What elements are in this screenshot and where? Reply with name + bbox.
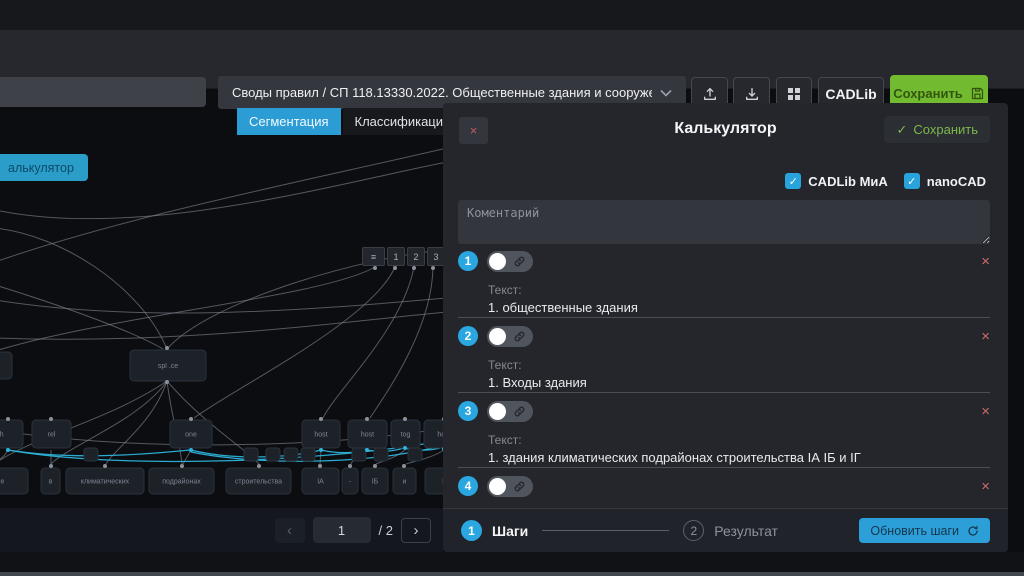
toggle-knob bbox=[489, 403, 506, 420]
checkbox-cadlib-mia[interactable]: ✓ CADLib МиА bbox=[785, 173, 887, 189]
page-number-input[interactable] bbox=[313, 517, 371, 543]
graph-mini-toolbar: ≡ 1 2 3 bbox=[362, 247, 445, 266]
svg-text:spl .ce: spl .ce bbox=[158, 363, 178, 370]
divider bbox=[458, 317, 990, 318]
svg-text:host: host bbox=[314, 432, 327, 439]
chevron-down-icon bbox=[660, 89, 672, 97]
window-titlebar bbox=[0, 0, 1024, 30]
remove-step-button[interactable]: × bbox=[981, 329, 990, 344]
panel-save-button[interactable]: ✓ Сохранить bbox=[884, 116, 990, 143]
stepper-connector bbox=[542, 530, 669, 531]
step-text-value: 1. общественные здания bbox=[488, 300, 990, 315]
step-number-badge: 4 bbox=[458, 476, 478, 496]
stepper-step-1-label: Шаги bbox=[492, 523, 528, 539]
check-icon: ✓ bbox=[896, 122, 907, 138]
page-total-label: / 2 bbox=[379, 523, 393, 538]
calculator-chip-button[interactable]: алькулятор bbox=[0, 154, 88, 181]
svg-text:rel: rel bbox=[48, 432, 56, 439]
step-text-value: 1. здания климатических подрайонах строи… bbox=[488, 450, 990, 465]
step-text-value: 1. Входы здания bbox=[488, 375, 990, 390]
stepper-step-2-label: Результат bbox=[714, 523, 778, 539]
canvas-footer: ‹ / 2 › bbox=[0, 508, 443, 552]
step-text-label: Текст: bbox=[488, 433, 990, 447]
checkbox-nanocad-label: nanoCAD bbox=[927, 174, 986, 189]
update-steps-button[interactable]: Обновить шаги bbox=[859, 518, 990, 543]
svg-text:строительства: строительства bbox=[235, 479, 282, 486]
bottom-edge-line bbox=[0, 572, 1024, 576]
svg-text:климатических: климатических bbox=[81, 479, 130, 486]
svg-text:здание: здание bbox=[0, 479, 4, 486]
svg-text:host: host bbox=[361, 432, 374, 439]
link-icon bbox=[513, 330, 526, 343]
graph-calc-button[interactable]: ≡ bbox=[362, 247, 385, 266]
checkbox-cadlib-mia-label: CADLib МиА bbox=[808, 174, 887, 189]
step-row-4: 4 × bbox=[458, 474, 990, 498]
step-row-2: 2 × Текст: 1. Входы здания bbox=[458, 324, 990, 390]
main-toolbar: Своды правил / СП 118.13330.2022. Общест… bbox=[0, 30, 1024, 88]
panel-save-label: Сохранить bbox=[913, 122, 978, 137]
upload-icon bbox=[702, 86, 718, 102]
checkbox-checked-icon: ✓ bbox=[904, 173, 920, 189]
link-icon bbox=[513, 480, 526, 493]
toggle-knob bbox=[489, 253, 506, 270]
page-next-button[interactable]: › bbox=[401, 518, 431, 543]
step-number-badge: 3 bbox=[458, 401, 478, 421]
panel-footer-stepper: 1 Шаги 2 Результат Обновить шаги bbox=[443, 508, 1008, 552]
step-number-badge: 2 bbox=[458, 326, 478, 346]
update-steps-label: Обновить шаги bbox=[870, 524, 959, 538]
refresh-icon bbox=[967, 525, 979, 537]
download-icon bbox=[744, 86, 760, 102]
link-icon bbox=[513, 255, 526, 268]
save-button-label: Сохранить bbox=[893, 86, 963, 101]
link-toggle[interactable] bbox=[487, 476, 533, 497]
calculator-panel: × Калькулятор ✓ Сохранить ✓ CADLib МиА ✓… bbox=[443, 103, 1008, 552]
target-system-checkboxes: ✓ CADLib МиА ✓ nanoCAD bbox=[785, 173, 986, 189]
tab-segmentation[interactable]: Сегментация bbox=[237, 108, 341, 135]
svg-text:sth: sth bbox=[0, 432, 4, 439]
remove-step-button[interactable]: × bbox=[981, 254, 990, 269]
stepper-step-1: 1 bbox=[461, 520, 482, 541]
page-prev-button[interactable]: ‹ bbox=[275, 518, 305, 543]
svg-text:и: и bbox=[403, 479, 407, 486]
checkbox-checked-icon: ✓ bbox=[785, 173, 801, 189]
step-row-3: 3 × Текст: 1. здания климатических подра… bbox=[458, 399, 990, 465]
grid-icon bbox=[787, 87, 801, 101]
step-row-1: 1 × Текст: 1. общественные здания bbox=[458, 249, 990, 315]
checkbox-nanocad[interactable]: ✓ nanoCAD bbox=[904, 173, 986, 189]
svg-text:tog: tog bbox=[401, 432, 411, 439]
svg-text:в: в bbox=[49, 479, 53, 486]
remove-step-button[interactable]: × bbox=[981, 479, 990, 494]
step-number-badge: 1 bbox=[458, 251, 478, 271]
step-text-label: Текст: bbox=[488, 283, 990, 297]
svg-text:подрайонах: подрайонах bbox=[162, 478, 201, 486]
svg-text:IБ: IБ bbox=[372, 479, 379, 486]
graph-step-2-button[interactable]: 2 bbox=[407, 247, 425, 266]
step-text-label: Текст: bbox=[488, 358, 990, 372]
divider bbox=[458, 467, 990, 468]
link-toggle[interactable] bbox=[487, 401, 533, 422]
toggle-knob bbox=[489, 478, 506, 495]
svg-text:one: one bbox=[185, 432, 197, 439]
comment-textarea[interactable] bbox=[458, 200, 990, 244]
stepper-step-2: 2 bbox=[683, 520, 704, 541]
link-toggle[interactable] bbox=[487, 251, 533, 272]
divider bbox=[458, 392, 990, 393]
link-icon bbox=[513, 405, 526, 418]
graph-step-1-button[interactable]: 1 bbox=[387, 247, 405, 266]
remove-step-button[interactable]: × bbox=[981, 404, 990, 419]
svg-text:IА: IА bbox=[317, 479, 324, 486]
app-window: Своды правил / СП 118.13330.2022. Общест… bbox=[0, 0, 1024, 576]
toggle-knob bbox=[489, 328, 506, 345]
save-icon bbox=[970, 86, 985, 101]
link-toggle[interactable] bbox=[487, 326, 533, 347]
